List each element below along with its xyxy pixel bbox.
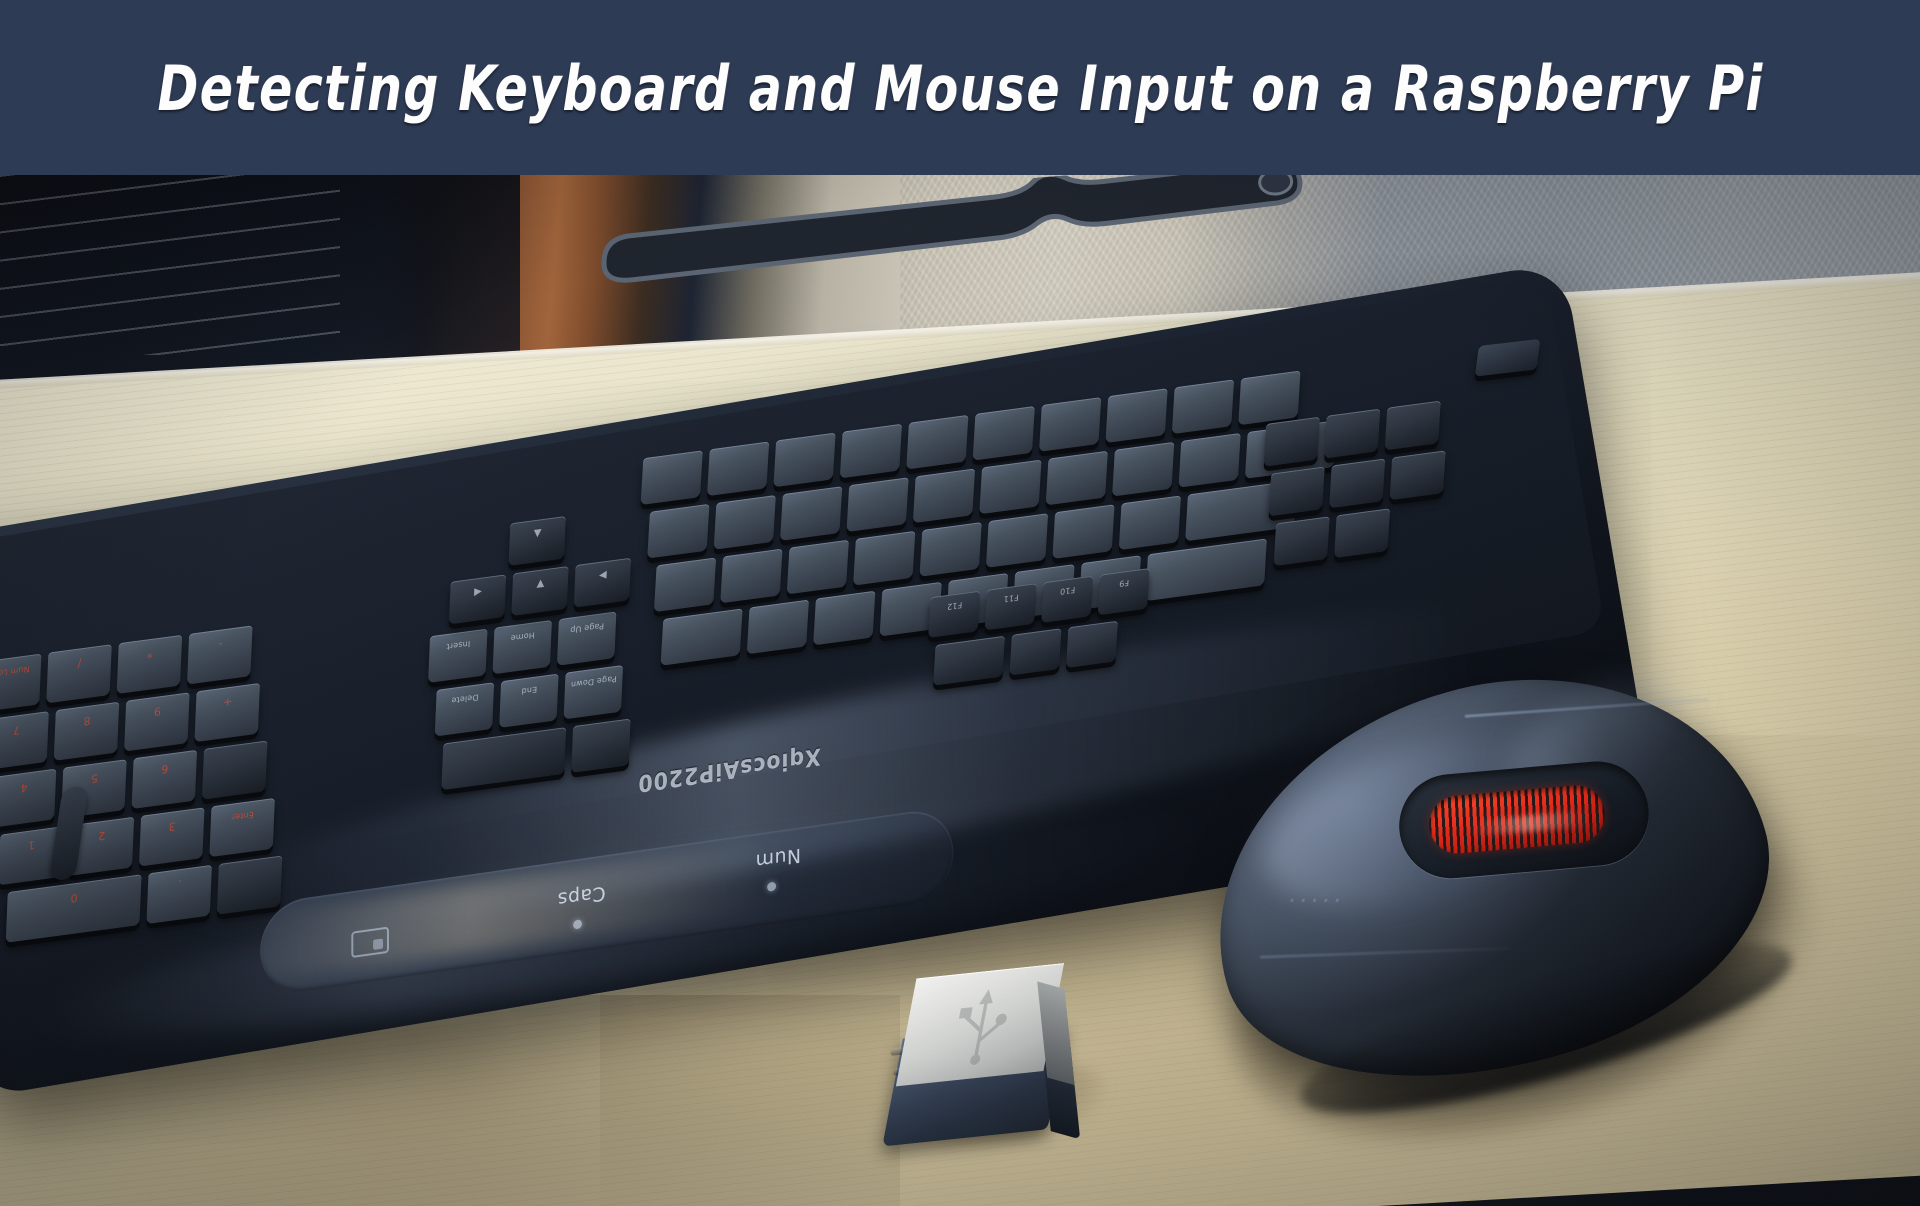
key-arrow-left[interactable]: ◀ [448, 574, 507, 625]
key-f12[interactable]: F12 [928, 590, 981, 638]
key-numlock[interactable]: Num Lock [0, 653, 42, 713]
key-main-r1-c10[interactable] [1238, 370, 1301, 426]
key-num-3[interactable]: 3 [138, 807, 205, 867]
scroll-wheel-gloss [1468, 810, 1590, 837]
key-arrow-up[interactable]: ▲ [508, 515, 566, 566]
key-main-r1-c4[interactable] [839, 423, 903, 479]
key-num-decimal[interactable]: . [146, 864, 212, 925]
key-num-7[interactable]: 7 [0, 711, 49, 771]
key-f10[interactable]: F10 [1041, 575, 1094, 623]
photo-keyboard-mouse-desk: Num Lock / * - 7 8 9 + 4 5 6 1 2 3 Enter… [0, 175, 1920, 1206]
key-main-r1-c8[interactable] [1105, 388, 1168, 443]
key-page-up[interactable]: Page Up [556, 611, 617, 666]
key-edge-r1-c3[interactable] [1384, 400, 1441, 451]
key-nav-blank-1[interactable] [571, 718, 631, 773]
key-divide[interactable]: / [46, 644, 112, 704]
mouse-button-seam-left [1260, 946, 1511, 959]
key-main-r2-c3[interactable] [780, 486, 843, 541]
key-main-r3-c6[interactable] [985, 513, 1049, 568]
key-main-r2-c9[interactable] [1178, 432, 1241, 488]
key-main-r3-c8[interactable] [1118, 495, 1181, 551]
key-main-r4-c2[interactable] [746, 599, 809, 655]
mouse-scroll-wheel[interactable] [1426, 782, 1608, 857]
key-edge-r3-c1[interactable] [1273, 516, 1330, 567]
key-arrow-right[interactable]: ▶ [573, 557, 632, 608]
key-main-r2-c5[interactable] [912, 468, 976, 524]
battery-icon [351, 926, 389, 959]
key-main-r2-c7[interactable] [1045, 450, 1108, 506]
key-fn-extra-3[interactable] [1065, 620, 1118, 668]
key-delete[interactable]: Delete [434, 682, 495, 737]
key-page-down[interactable]: Page Down [563, 665, 624, 720]
key-main-r3-c2[interactable] [720, 548, 783, 604]
key-main-r4-c3[interactable] [813, 590, 876, 646]
title-banner: Detecting Keyboard and Mouse Input on a … [0, 0, 1920, 175]
key-main-r1-c3[interactable] [773, 432, 836, 488]
key-main-r3-c4[interactable] [853, 530, 916, 586]
key-num-8[interactable]: 8 [53, 701, 120, 761]
key-main-r3-c3[interactable] [786, 539, 849, 595]
key-edge-r2-c1[interactable] [1268, 466, 1325, 517]
page-root: Detecting Keyboard and Mouse Input on a … [0, 0, 1920, 1206]
key-main-r1-c9[interactable] [1171, 379, 1235, 435]
key-main-r3-c1[interactable] [653, 557, 717, 613]
page-title: Detecting Keyboard and Mouse Input on a … [157, 52, 1763, 125]
key-main-r3-c5[interactable] [919, 522, 982, 577]
key-multiply[interactable]: * [116, 634, 183, 694]
key-num-blank-2[interactable] [216, 855, 283, 915]
key-main-r1-c5[interactable] [906, 414, 969, 470]
key-main-r2-c1[interactable] [647, 503, 710, 559]
key-edge-r2-c3[interactable] [1389, 450, 1446, 501]
key-main-r1-c7[interactable] [1039, 397, 1102, 452]
key-insert[interactable]: Insert [428, 628, 488, 683]
usb-receiver-dongle[interactable] [868, 950, 1122, 1170]
key-num-6[interactable]: 6 [131, 749, 198, 810]
key-end[interactable]: End [499, 673, 559, 728]
window-blind-slats [0, 175, 340, 355]
key-main-r1-c6[interactable] [972, 405, 1035, 461]
key-num-enter[interactable]: Enter [209, 797, 275, 858]
key-plus[interactable]: + [194, 682, 261, 743]
key-f11[interactable]: F11 [984, 583, 1037, 631]
key-main-r2-c6[interactable] [979, 459, 1042, 515]
key-main-r3-c7[interactable] [1052, 504, 1115, 560]
key-main-r2-c8[interactable] [1112, 441, 1175, 497]
key-edge-r1-c2[interactable] [1324, 408, 1381, 459]
key-num-blank-1[interactable] [201, 740, 268, 800]
key-f9[interactable]: F9 [1097, 568, 1150, 616]
key-edge-r1-c1[interactable] [1263, 416, 1320, 467]
key-main-r1-c1[interactable] [640, 450, 703, 506]
key-main-r2-c2[interactable] [713, 495, 776, 550]
key-edge-r3-c2[interactable] [1334, 508, 1391, 559]
mouse-brand-label: ····· [1287, 886, 1344, 917]
key-num-9[interactable]: 9 [124, 692, 190, 752]
key-main-r2-c4[interactable] [846, 477, 909, 533]
key-main-r1-c2[interactable] [706, 441, 770, 497]
key-minus[interactable]: - [186, 625, 253, 685]
key-num-4[interactable]: 4 [0, 768, 57, 828]
key-home[interactable]: Home [492, 620, 552, 675]
mouse-scroll-wheel-recess[interactable] [1394, 757, 1654, 883]
key-arrow-down[interactable]: ▼ [511, 566, 569, 617]
key-edge-r2-c2[interactable] [1329, 458, 1386, 509]
key-fn-extra-2[interactable] [1009, 628, 1062, 676]
